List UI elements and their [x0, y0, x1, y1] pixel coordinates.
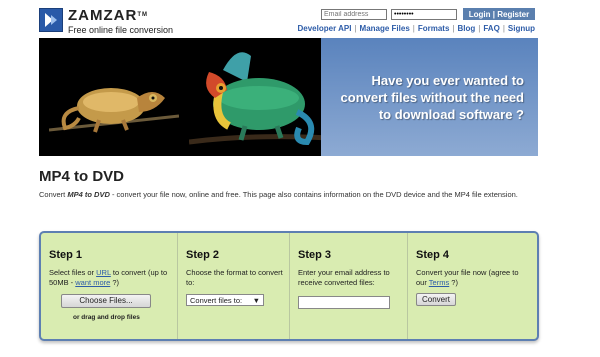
step-3-title: Step 3 [298, 249, 332, 261]
zamzar-logo-icon [39, 8, 63, 32]
step-1-title: Step 1 [49, 249, 83, 261]
nav-separator: | [452, 24, 455, 33]
want-more-link[interactable]: want more [75, 278, 110, 287]
nav-faq[interactable]: FAQ [483, 24, 499, 33]
email-input[interactable] [298, 296, 390, 309]
email-field[interactable] [321, 8, 387, 20]
nav-formats[interactable]: Formats [418, 24, 450, 33]
login-form: Login | Register [321, 8, 535, 20]
choose-files-button[interactable]: Choose Files... [61, 294, 151, 308]
nav-blog[interactable]: Blog [458, 24, 476, 33]
chevron-down-icon: ▼ [252, 295, 260, 305]
step-4: Step 4 Convert your file now (agree to o… [408, 233, 537, 339]
nav-manage-files[interactable]: Manage Files [360, 24, 410, 33]
step-3-text: Enter your email address to receive conv… [298, 268, 390, 287]
hero-banner: Have you ever wanted to convert files wi… [39, 38, 538, 156]
logo-name: ZAMZARTM [68, 7, 148, 24]
drag-drop-hint: or drag and drop files [73, 314, 140, 321]
step-2-title: Step 2 [186, 249, 220, 261]
nav-separator: | [354, 24, 357, 33]
url-link[interactable]: URL [96, 268, 111, 277]
zamzar-logo[interactable]: ZAMZARTM Free online file conversion [39, 8, 173, 35]
step-2-text: Choose the format to convert to: [186, 268, 283, 287]
format-select[interactable]: Convert files to: ▼ [186, 294, 264, 306]
logo-tagline: Free online file conversion [68, 25, 174, 35]
page-title: MP4 to DVD [39, 168, 125, 185]
conversion-steps-panel: Step 1 Select files or URL to convert (u… [39, 231, 539, 341]
nav-separator: | [502, 24, 505, 33]
convert-button[interactable]: Convert [416, 293, 456, 306]
password-field[interactable] [391, 8, 457, 20]
banner-headline: Have you ever wanted to convert files wi… [340, 73, 524, 122]
step-4-title: Step 4 [416, 249, 450, 261]
nav-developer-api[interactable]: Developer API [298, 24, 352, 33]
top-nav: Developer API | Manage Files | Formats |… [298, 24, 536, 33]
chameleon-image-left [49, 88, 179, 133]
nav-signup[interactable]: Signup [508, 24, 535, 33]
login-register-button[interactable]: Login | Register [463, 8, 535, 20]
nav-separator: | [412, 24, 415, 33]
terms-link[interactable]: Terms [429, 278, 449, 287]
nav-separator: | [478, 24, 481, 33]
step-3: Step 3 Enter your email address to recei… [290, 233, 408, 339]
step-1: Step 1 Select files or URL to convert (u… [41, 233, 178, 339]
step-2: Step 2 Choose the format to convert to: … [178, 233, 290, 339]
step-1-text: Select files or URL to convert (up to 50… [49, 268, 168, 287]
page-description: Convert MP4 to DVD - convert your file n… [39, 190, 518, 199]
step-4-text: Convert your file now (agree to our Term… [416, 268, 519, 287]
